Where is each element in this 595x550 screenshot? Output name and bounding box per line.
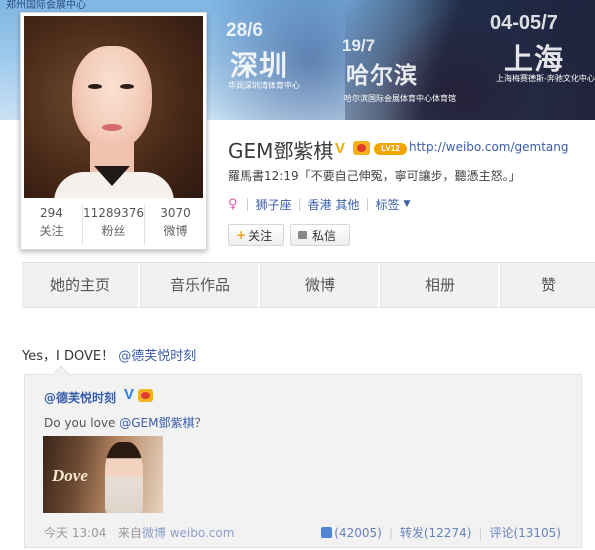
banner-brand: 郑州国际会展中心: [6, 0, 86, 11]
concert-venue: 上海梅赛德斯-奔驰文化中心: [496, 74, 595, 83]
image-figure: [105, 442, 143, 513]
divider: |: [388, 525, 393, 540]
stat-following[interactable]: 294 关注: [21, 205, 83, 245]
follow-button[interactable]: + 关注: [228, 224, 284, 246]
repost-text: Do you love @GEM鄧紫棋？: [44, 414, 207, 431]
avatar-lips: [102, 124, 122, 131]
profile-tags-row: ♀ | 狮子座 | 香港 其他 | 标签 ▼: [228, 195, 410, 213]
tab-home[interactable]: 她的主页: [22, 263, 140, 307]
repost-text-suffix: ？: [194, 416, 207, 430]
comment-count[interactable]: 评论(13105): [489, 524, 561, 541]
profile-name: GEM鄧紫棋: [228, 139, 334, 163]
divider: |: [297, 197, 302, 211]
tab-album[interactable]: 相册: [382, 263, 500, 307]
avatar-eye: [88, 84, 102, 89]
concert-date: 28/6: [226, 20, 263, 41]
concert-city: 深圳: [230, 49, 289, 82]
post-time[interactable]: 今天 13:04: [44, 526, 106, 540]
stat-posts[interactable]: 3070 微博: [145, 205, 206, 245]
stat-followers[interactable]: 11289376 粉丝: [82, 205, 146, 245]
verified-badge-icon[interactable]: V: [335, 140, 345, 157]
avatar-eye: [120, 84, 134, 89]
repost-image[interactable]: Dove: [43, 436, 163, 513]
message-button[interactable]: 私信: [290, 224, 350, 246]
repost-arrow: [52, 365, 70, 383]
dove-logo: Dove: [52, 466, 88, 485]
stat-label: 微博: [163, 224, 188, 238]
concert-city: 上海: [504, 42, 565, 76]
repost-mention[interactable]: @GEM鄧紫棋: [119, 416, 194, 430]
stat-value: 294: [40, 206, 63, 220]
verified-badge-icon[interactable]: V: [124, 386, 134, 403]
constellation-link[interactable]: 狮子座: [256, 196, 292, 213]
profile-card: 294 关注 11289376 粉丝 3070 微博: [20, 12, 207, 250]
divider: |: [365, 197, 370, 211]
chevron-down-icon[interactable]: ▼: [404, 199, 411, 209]
stat-value: 11289376: [82, 206, 145, 220]
divider: |: [245, 197, 250, 211]
envelope-icon: [298, 231, 307, 239]
stat-label: 粉丝: [101, 224, 126, 238]
tags-dropdown[interactable]: 标签: [376, 196, 400, 213]
stat-value: 3070: [160, 206, 191, 220]
source-link[interactable]: 微博 weibo.com: [142, 526, 235, 540]
repost-actions: (42005) | 转发(12274) | 评论(13105): [321, 524, 561, 541]
concert-venue: 华润深圳湾体育中心: [228, 81, 300, 90]
repost-author[interactable]: @德芙悦时刻: [44, 389, 116, 406]
repost-text-prefix: Do you love: [44, 416, 120, 430]
vip-crown-icon[interactable]: [353, 141, 370, 155]
concert-date: 04-05/7: [490, 12, 558, 34]
profile-bio: 羅馬書12:19「不要自己伸冤，寧可讓步，聽憑主怒。」: [228, 169, 521, 183]
female-icon: ♀: [228, 196, 238, 212]
avatar[interactable]: [24, 16, 203, 198]
follow-label: 关注: [248, 228, 273, 243]
tab-music[interactable]: 音乐作品: [142, 263, 260, 307]
location-link[interactable]: 香港 其他: [308, 196, 360, 213]
like-icon[interactable]: [321, 527, 333, 538]
divider: |: [478, 525, 483, 540]
post-text: Yes，I DOVE！ @德芙悦时刻: [22, 345, 196, 364]
post-body: Yes，I DOVE！: [22, 349, 115, 364]
profile-link[interactable]: http://weibo.com/gemtang: [409, 140, 569, 154]
repost-card: @德芙悦时刻 V Do you love @GEM鄧紫棋？ Dove 今天 13…: [24, 365, 582, 548]
plus-icon: +: [236, 228, 247, 242]
repost-meta: 今天 13:04 来自微博 weibo.com: [44, 524, 234, 541]
concert-city: 哈尔滨: [346, 63, 418, 89]
tab-weibo[interactable]: 微博: [262, 263, 380, 307]
message-label: 私信: [312, 228, 337, 243]
level-badge[interactable]: LV12: [374, 143, 407, 155]
source-prefix: 来自: [117, 526, 142, 540]
repost-count[interactable]: 转发(12274): [400, 524, 472, 541]
like-count[interactable]: (42005): [334, 526, 382, 540]
tab-likes[interactable]: 赞: [502, 263, 595, 307]
post-mention[interactable]: @德芙悦时刻: [118, 349, 196, 364]
profile-tabs: 她的主页 音乐作品 微博 相册 赞: [22, 262, 595, 308]
profile-stats: 294 关注 11289376 粉丝 3070 微博: [21, 205, 206, 245]
vip-crown-icon[interactable]: [138, 389, 153, 402]
avatar-face: [72, 46, 152, 150]
stat-label: 关注: [39, 224, 64, 238]
concert-date: 19/7: [342, 36, 376, 55]
concert-venue: 哈尔滨国际会展体育中心体育馆: [344, 94, 456, 103]
